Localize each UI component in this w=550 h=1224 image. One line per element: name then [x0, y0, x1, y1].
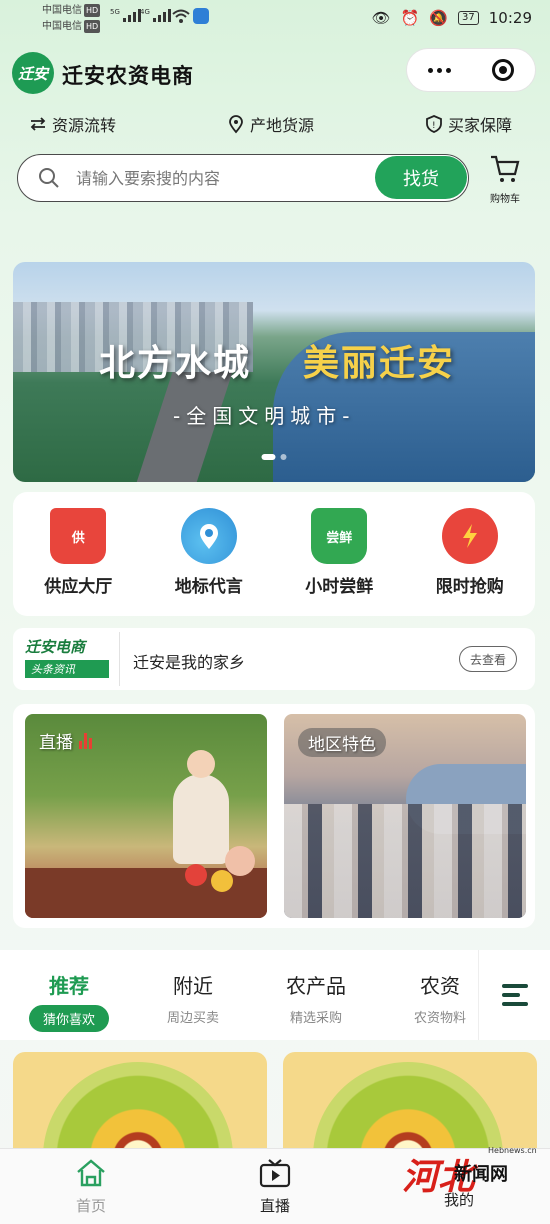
signal-icon: 4G	[140, 8, 171, 22]
product-card[interactable]	[13, 1052, 267, 1152]
town-image	[284, 804, 526, 918]
watermark-url: Hebnews.cn	[488, 1146, 537, 1155]
home-icon	[77, 1159, 105, 1187]
category-menu-button[interactable]	[478, 950, 550, 1040]
mute-icon: 🔕	[429, 9, 449, 27]
signal-icon: 5G	[110, 8, 141, 22]
location-icon	[229, 115, 243, 134]
banner-pager	[261, 454, 287, 460]
nav-live[interactable]: 直播	[230, 1157, 320, 1216]
alarm-icon: ⏰	[400, 9, 420, 27]
view-more-button[interactable]: 去查看	[459, 646, 517, 672]
carrier-1: 中国电信 HD	[42, 4, 101, 17]
news-brand: 迁安电商 头条资讯	[25, 636, 109, 678]
quick-hour-fresh[interactable]: 尝鲜 小时尝鲜	[284, 508, 394, 616]
region-tag: 地区特色	[298, 728, 386, 757]
product-card[interactable]	[283, 1052, 537, 1152]
app-notify-icon	[193, 8, 209, 24]
app-logo: 迁安	[12, 52, 54, 94]
veggie-basket-icon: 尝鲜	[311, 508, 368, 564]
live-card[interactable]: 直播	[25, 714, 267, 918]
streamer-image	[173, 750, 229, 864]
banner-subline: -全国文明城市-	[173, 404, 356, 428]
quick-flash-sale[interactable]: 限时抢购	[415, 508, 525, 616]
feature-buyer-protection[interactable]: ! 买家保障	[424, 112, 512, 136]
kiwi-image	[313, 1062, 503, 1152]
basket-icon: 供	[50, 508, 107, 564]
region-card[interactable]: 地区特色	[284, 714, 526, 918]
page-title: 迁安农资电商	[62, 64, 194, 88]
search-button[interactable]: 找货	[375, 156, 467, 199]
watermark-name: 新闻网	[454, 1164, 508, 1185]
nav-home[interactable]: 首页	[46, 1157, 136, 1216]
banner-slogan-right: 美丽迁安	[303, 342, 456, 384]
clock: 10:29	[488, 9, 532, 27]
fruit-image	[225, 846, 255, 876]
quick-landmark[interactable]: 地标代言	[154, 508, 264, 616]
promo-banner[interactable]: 北方水城 美丽迁安 -全国文明城市-	[13, 262, 535, 482]
news-ticker[interactable]: 迁安电商 头条资讯 迁安是我的家乡 去查看	[13, 628, 535, 690]
cart-icon	[491, 155, 520, 182]
eye-icon: 👁	[371, 9, 391, 27]
alarm-clock-icon	[441, 508, 498, 564]
quick-menu: 供 供应大厅 地标代言 尝鲜 小时尝鲜 限时抢购	[13, 492, 535, 616]
tab-recommend[interactable]: 推荐 猜你喜欢	[14, 970, 124, 1032]
close-miniapp-icon[interactable]	[492, 59, 515, 81]
hd-badge: HD	[84, 4, 101, 17]
miniapp-capsule	[406, 48, 536, 92]
live-bars-icon	[79, 732, 92, 749]
wifi-icon	[172, 9, 190, 23]
tab-nearby[interactable]: 附近 周边买卖	[138, 970, 248, 1026]
search-bar: 找货	[17, 154, 469, 202]
search-input[interactable]	[76, 165, 376, 191]
battery-icon: 37	[458, 11, 479, 25]
feature-origin-supply[interactable]: 产地货源	[226, 112, 314, 136]
fruit-image	[185, 864, 207, 886]
status-right: 👁 ⏰ 🔕 37 10:29	[372, 9, 532, 27]
carrier-2: 中国电信 HD	[42, 20, 101, 33]
shield-icon: !	[426, 115, 442, 133]
svg-text:!: !	[432, 121, 436, 131]
live-tag: 直播	[39, 728, 92, 753]
more-icon[interactable]	[427, 67, 451, 73]
status-bar: 中国电信 HD 中国电信 HD 5G 4G 👁 ⏰ 🔕 37 10:29	[0, 0, 550, 38]
menu-icon	[501, 979, 528, 1011]
tv-play-icon	[259, 1159, 291, 1188]
fruit-image	[211, 870, 233, 892]
cart-button[interactable]: 购物车	[482, 154, 528, 205]
feature-resource-transfer[interactable]: 资源流转	[28, 112, 116, 136]
tab-farm-products[interactable]: 农产品 精选采购	[261, 970, 371, 1026]
divider	[119, 632, 120, 686]
search-icon	[39, 168, 59, 188]
quick-supply-hall[interactable]: 供 供应大厅	[23, 508, 133, 616]
kiwi-image	[43, 1062, 233, 1152]
banner-slogan-left: 北方水城	[99, 342, 252, 384]
hd-badge: HD	[84, 20, 101, 33]
feature-cards: 直播 地区特色	[13, 704, 535, 928]
category-tabs: 推荐 猜你喜欢 附近 周边买卖 农产品 精选采购 农资 农资物料	[0, 950, 550, 1040]
map-pin-icon	[180, 508, 237, 564]
swap-icon	[30, 117, 46, 131]
hebnews-watermark: 河北 Hebnews.cn 新闻网	[396, 1144, 537, 1198]
news-headline[interactable]: 迁安是我的家乡	[133, 649, 245, 673]
